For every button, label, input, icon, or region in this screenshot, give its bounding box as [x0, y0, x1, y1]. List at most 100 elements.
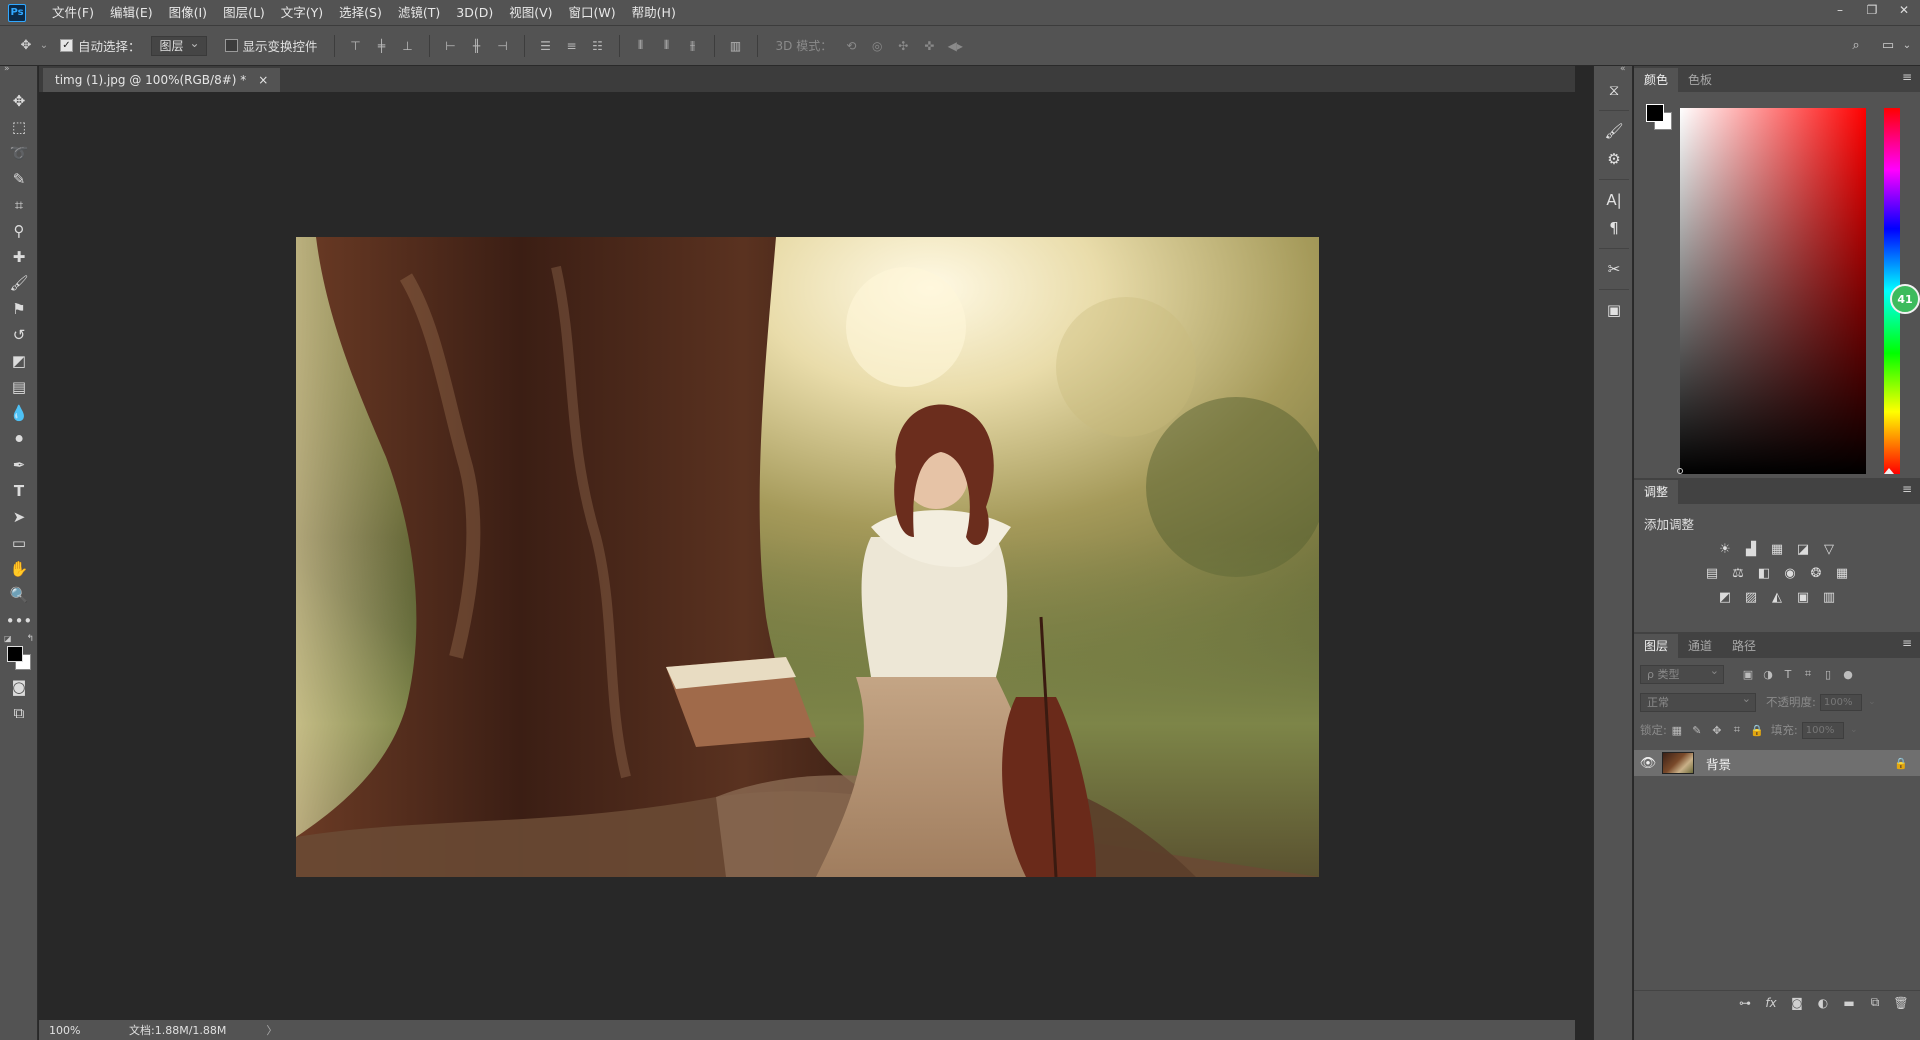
- history-panel-icon[interactable]: ⧖: [1594, 76, 1634, 104]
- lock-transparent-icon[interactable]: ▦: [1667, 721, 1687, 739]
- new-adjustment-layer-icon[interactable]: ◐: [1814, 994, 1832, 1012]
- photo-filter-icon[interactable]: ◉: [1781, 564, 1799, 582]
- blur-tool-icon[interactable]: 💧: [0, 400, 38, 426]
- menu-edit[interactable]: 编辑(E): [102, 0, 161, 25]
- healing-brush-tool-icon[interactable]: ✚: [0, 244, 38, 270]
- foreground-color[interactable]: [7, 646, 23, 662]
- menu-view[interactable]: 视图(V): [501, 0, 560, 25]
- history-brush-tool-icon[interactable]: ↺: [0, 322, 38, 348]
- menu-help[interactable]: 帮助(H): [624, 0, 684, 25]
- distribute-bottom-icon[interactable]: ☷: [587, 35, 609, 57]
- lock-image-icon[interactable]: ✎: [1687, 721, 1707, 739]
- minimize-button[interactable]: –: [1824, 0, 1856, 20]
- 3d-drag-icon[interactable]: ✣: [892, 35, 914, 57]
- brush-settings-icon[interactable]: 🖌: [1594, 117, 1634, 145]
- menu-select[interactable]: 选择(S): [331, 0, 390, 25]
- panel-menu-icon[interactable]: ≡: [1902, 636, 1912, 650]
- opacity-input[interactable]: 100%: [1819, 693, 1862, 711]
- checkbox-checked-icon[interactable]: ✓: [60, 39, 73, 52]
- paragraph-panel-icon[interactable]: ¶: [1594, 214, 1634, 242]
- distribute-hcenter-icon[interactable]: ⦀: [656, 35, 678, 57]
- layer-name[interactable]: 背景: [1706, 754, 1731, 773]
- lock-icon[interactable]: 🔒: [1894, 757, 1908, 770]
- lock-position-icon[interactable]: ✥: [1707, 721, 1727, 739]
- screen-mode-icon[interactable]: ⧉: [0, 700, 38, 726]
- menu-3d[interactable]: 3D(D): [448, 0, 501, 25]
- align-right-icon[interactable]: ⊣: [492, 35, 514, 57]
- 3d-slide-icon[interactable]: ✜: [918, 35, 940, 57]
- levels-icon[interactable]: ▟: [1742, 540, 1760, 558]
- close-tab-icon[interactable]: ×: [258, 68, 268, 92]
- distribute-left-icon[interactable]: ⫴: [630, 35, 652, 57]
- panel-menu-icon[interactable]: ≡: [1902, 482, 1912, 496]
- zoom-level[interactable]: 100%: [39, 1024, 99, 1037]
- gradient-tool-icon[interactable]: ▤: [0, 374, 38, 400]
- distribute-vcenter-icon[interactable]: ≡: [561, 35, 583, 57]
- new-group-icon[interactable]: ▬: [1840, 994, 1858, 1012]
- menu-image[interactable]: 图像(I): [161, 0, 215, 25]
- canvas-area[interactable]: [39, 92, 1575, 1020]
- distribute-right-icon[interactable]: ⫵: [682, 35, 704, 57]
- status-menu-arrow[interactable]: 〉: [266, 1022, 277, 1038]
- hue-badge[interactable]: 41: [1890, 284, 1920, 314]
- 3d-scale-icon[interactable]: ◀▸: [944, 35, 966, 57]
- pen-tool-icon[interactable]: ✒: [0, 452, 38, 478]
- layer-item-background[interactable]: 👁 背景 🔒: [1634, 750, 1920, 776]
- tab-adjustments[interactable]: 调整: [1634, 480, 1679, 504]
- tab-paths[interactable]: 路径: [1722, 634, 1766, 658]
- gradient-map-icon[interactable]: ▥: [1820, 588, 1838, 606]
- crop-tool-icon[interactable]: ⌗: [0, 192, 38, 218]
- type-tool-icon[interactable]: T: [0, 478, 38, 504]
- swap-colors-icon[interactable]: ↰: [26, 634, 34, 644]
- new-layer-icon[interactable]: ⧉: [1866, 994, 1884, 1012]
- clone-stamp-tool-icon[interactable]: ⚑: [0, 296, 38, 322]
- hand-tool-icon[interactable]: ✋: [0, 556, 38, 582]
- quick-select-tool-icon[interactable]: ✎: [0, 166, 38, 192]
- align-bottom-icon[interactable]: ⊥: [397, 35, 419, 57]
- character-panel-icon[interactable]: A|: [1594, 186, 1634, 214]
- lock-artboard-icon[interactable]: ⌗: [1727, 721, 1747, 739]
- align-left-icon[interactable]: ⊢: [440, 35, 462, 57]
- layer-filter-dropdown[interactable]: ρ 类型: [1640, 662, 1724, 684]
- 3d-orbit-icon[interactable]: ⟲: [840, 35, 862, 57]
- properties-icon[interactable]: ⚙: [1594, 145, 1634, 173]
- color-swatches[interactable]: ◪ ↰: [0, 634, 38, 674]
- show-transform-checkbox[interactable]: 显示变换控件: [224, 36, 318, 55]
- auto-select-checkbox[interactable]: ✓ 自动选择：: [60, 36, 141, 55]
- menu-layer[interactable]: 图层(L): [215, 0, 273, 25]
- saturation-value-field[interactable]: [1680, 108, 1866, 474]
- tab-color[interactable]: 颜色: [1634, 68, 1679, 92]
- brush-tool-icon[interactable]: 🖌: [0, 270, 38, 296]
- rectangle-tool-icon[interactable]: ▭: [0, 530, 38, 556]
- checkbox-unchecked-icon[interactable]: [224, 39, 238, 52]
- align-vcenter-icon[interactable]: ╪: [371, 35, 393, 57]
- link-layers-icon[interactable]: ⊶: [1736, 994, 1754, 1012]
- more-tools-icon[interactable]: •••: [0, 608, 38, 634]
- posterize-icon[interactable]: ▨: [1742, 588, 1760, 606]
- workspace-icon[interactable]: ▭: [1876, 34, 1900, 58]
- channel-mixer-icon[interactable]: ❂: [1807, 564, 1825, 582]
- chevron-down-icon[interactable]: ⌄: [38, 34, 50, 58]
- menu-window[interactable]: 窗口(W): [561, 0, 624, 25]
- tab-swatches[interactable]: 色板: [1678, 68, 1722, 92]
- path-select-tool-icon[interactable]: ➤: [0, 504, 38, 530]
- layer-style-fx-icon[interactable]: fx: [1762, 994, 1780, 1012]
- panel-menu-icon[interactable]: ≡: [1902, 70, 1912, 84]
- black-white-icon[interactable]: ◧: [1755, 564, 1773, 582]
- eyedropper-tool-icon[interactable]: ⚲: [0, 218, 38, 244]
- color-balance-icon[interactable]: ⚖: [1729, 564, 1747, 582]
- auto-align-icon[interactable]: ▥: [725, 35, 747, 57]
- vibrance-icon[interactable]: ▽: [1820, 540, 1838, 558]
- hue-slider-handle[interactable]: [1884, 468, 1894, 474]
- distribute-top-icon[interactable]: ☰: [535, 35, 557, 57]
- filter-shape-icon[interactable]: ⌗: [1798, 665, 1818, 683]
- auto-select-target-dropdown[interactable]: 图层: [150, 34, 207, 56]
- eye-icon[interactable]: 👁: [1634, 756, 1662, 771]
- color-picker-marker[interactable]: [1677, 468, 1683, 474]
- tab-channels[interactable]: 通道: [1678, 634, 1722, 658]
- chevron-down-icon[interactable]: ⌄: [1862, 693, 1882, 711]
- add-mask-icon[interactable]: ◙: [1788, 994, 1806, 1012]
- collapse-arrows-icon[interactable]: »: [4, 64, 10, 74]
- filter-toggle-icon[interactable]: ●: [1838, 665, 1858, 683]
- move-tool-icon[interactable]: ✥: [0, 88, 38, 114]
